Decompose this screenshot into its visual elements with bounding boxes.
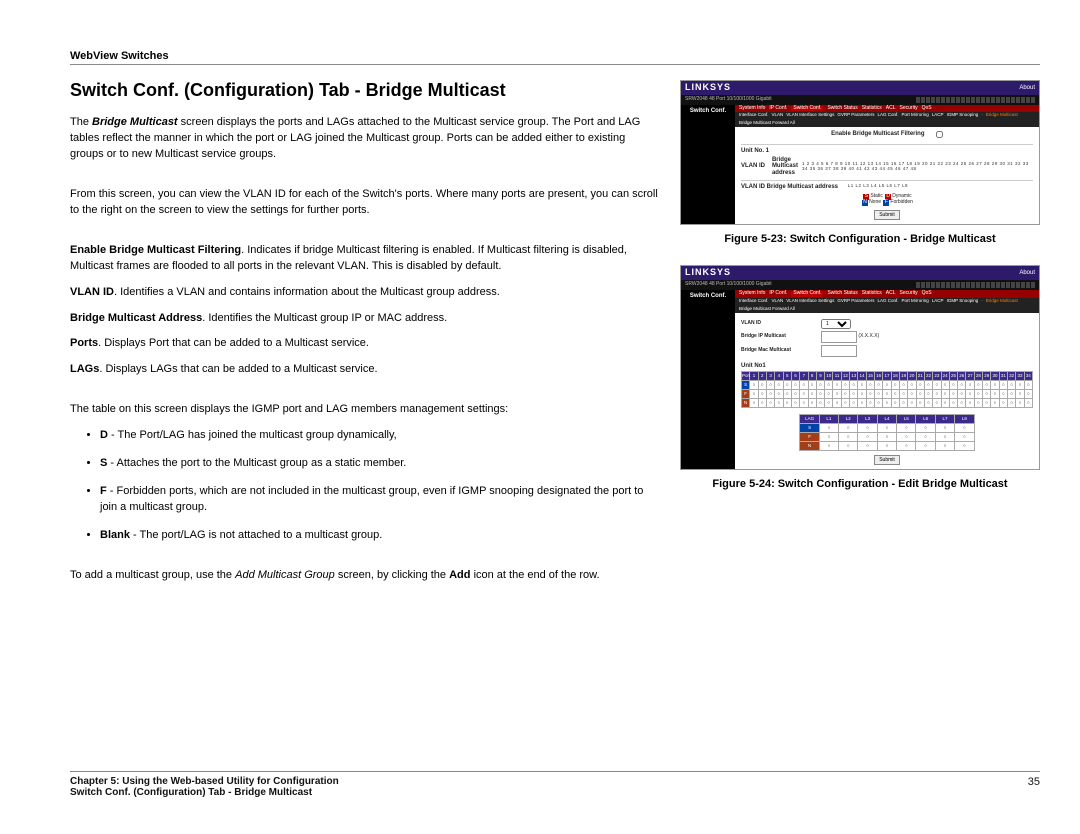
enable-filtering-checkbox[interactable]	[936, 131, 943, 138]
side-tab: Switch Conf.	[681, 105, 735, 224]
linksys-logo: LINKSYS	[685, 268, 731, 278]
para-enable: Enable Bridge Multicast Filtering. Indic…	[70, 243, 660, 275]
para-tableintro: The table on this screen displays the IG…	[70, 402, 660, 418]
main-tabs: System InfoIP Conf.Switch Conf.Switch St…	[735, 290, 1039, 298]
para-bma: Bridge Multicast Address. Identifies the…	[70, 311, 660, 327]
about-link: About	[1019, 85, 1035, 92]
para-scroll: From this screen, you can view the VLAN …	[70, 187, 660, 219]
about-link: About	[1019, 270, 1035, 277]
sub-tabs: Interface Conf.VLANVLAN Interface Settin…	[735, 112, 1039, 127]
submit-button[interactable]: Submit	[874, 455, 900, 465]
bridge-ip-input[interactable]	[821, 331, 857, 343]
bridge-mac-input[interactable]	[821, 345, 857, 357]
screenshot-bridge-multicast: LINKSYSAbout SRW2048 48 Port 10/100/1000…	[680, 80, 1040, 225]
para-lags: LAGs. Displays LAGs that can be added to…	[70, 362, 660, 378]
main-tabs: System InfoIP Conf.Switch Conf.Switch St…	[735, 105, 1039, 113]
figure-5-23: LINKSYSAbout SRW2048 48 Port 10/100/1000…	[680, 80, 1040, 245]
page-number: 35	[1028, 776, 1040, 798]
vlan-id-select[interactable]: 1	[821, 319, 851, 329]
legend-list: D - The Port/LAG has joined the multicas…	[70, 428, 660, 544]
figure-5-24: LINKSYSAbout SRW2048 48 Port 10/100/1000…	[680, 265, 1040, 490]
header-rule	[70, 64, 1040, 65]
running-header: WebView Switches	[70, 50, 169, 62]
page-footer: Chapter 5: Using the Web-based Utility f…	[70, 771, 1040, 798]
page-title: Switch Conf. (Configuration) Tab - Bridg…	[70, 80, 660, 101]
screenshot-edit-bridge-multicast: LINKSYSAbout SRW2048 48 Port 10/100/1000…	[680, 265, 1040, 470]
main-text-column: Switch Conf. (Configuration) Tab - Bridg…	[70, 80, 660, 754]
port-grid: Port123456789101112131415161718192021222…	[741, 371, 1033, 408]
lag-grid: LAGL1L2L3L4L5L6L7L8 S○○○○○○○○ F○○○○○○○○ …	[799, 414, 974, 451]
linksys-logo: LINKSYS	[685, 83, 731, 93]
submit-button[interactable]: Submit	[874, 210, 900, 220]
legend: SStatic DDynamic NNone FForbidden	[741, 194, 1033, 206]
para-ports: Ports. Displays Port that can be added t…	[70, 336, 660, 352]
para-add: To add a multicast group, use the Add Mu…	[70, 568, 660, 584]
figure-5-23-caption: Figure 5-23: Switch Configuration - Brid…	[680, 233, 1040, 245]
sub-tabs: Interface Conf.VLANVLAN Interface Settin…	[735, 298, 1039, 313]
para-intro: The Bridge Multicast screen displays the…	[70, 115, 660, 163]
para-vlanid: VLAN ID. Identifies a VLAN and contains …	[70, 285, 660, 301]
side-tab: Switch Conf.	[681, 290, 735, 469]
figure-5-24-caption: Figure 5-24: Switch Configuration - Edit…	[680, 478, 1040, 490]
